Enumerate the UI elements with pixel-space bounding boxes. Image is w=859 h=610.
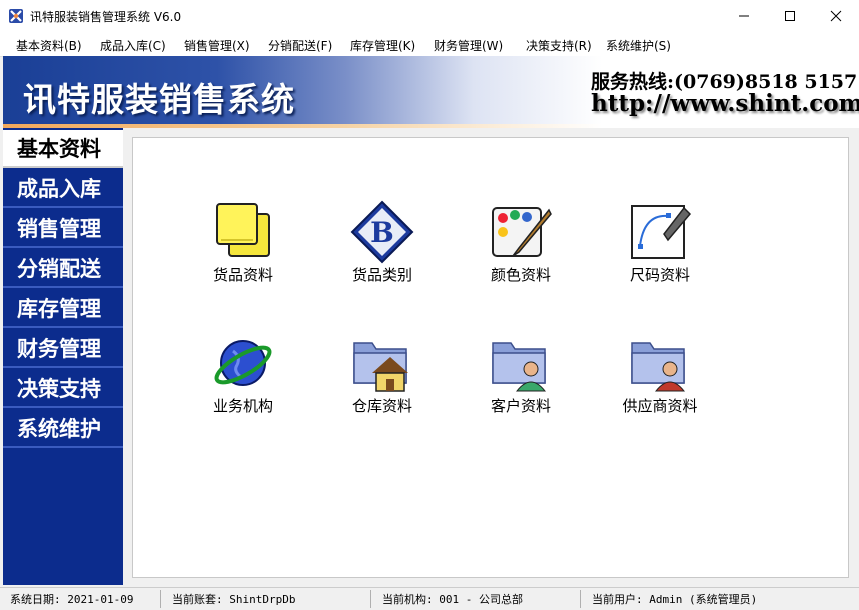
tile-size-data[interactable]: 尺码资料: [608, 200, 708, 300]
tile-goods-category[interactable]: B 货品类别: [330, 200, 430, 300]
sidebar: 基本资料 成品入库 销售管理 分销配送 库存管理 财务管理 决策支持 系统维护: [3, 128, 123, 585]
sidebar-item-distribution[interactable]: 分销配送: [3, 250, 123, 288]
tile-business-org[interactable]: 业务机构: [191, 331, 291, 431]
main-content-panel: 货品资料 B 货品类别 颜色资料 尺码资料 业务机构 仓库资料 客户资料 供应商…: [132, 137, 849, 578]
menu-sales[interactable]: 销售管理(X): [184, 37, 250, 54]
close-icon: [830, 10, 842, 21]
tile-label: 供应商资料: [622, 397, 698, 415]
tile-label: 颜色资料: [490, 266, 551, 284]
status-user: 当前用户: Admin (系统管理员): [592, 593, 758, 606]
menu-decision[interactable]: 决策支持(R): [526, 37, 592, 54]
category-b-icon: B: [350, 200, 414, 264]
sidebar-item-inventory[interactable]: 库存管理: [3, 290, 123, 328]
tile-label: 业务机构: [212, 397, 273, 415]
banner-divider: [3, 124, 859, 128]
status-separator: [160, 590, 161, 608]
sidebar-item-maintenance[interactable]: 系统维护: [3, 410, 123, 448]
menu-goods-inbound[interactable]: 成品入库(C): [100, 37, 166, 54]
warehouse-folder-icon: [353, 342, 408, 392]
menu-inventory[interactable]: 库存管理(K): [350, 37, 415, 54]
tile-color-data[interactable]: 颜色资料: [469, 200, 569, 300]
sidebar-item-basic-data[interactable]: 基本资料: [3, 130, 123, 168]
status-account: 当前账套: ShintDrpDb: [172, 593, 296, 606]
menu-bar: 基本资料(B) 成品入库(C) 销售管理(X) 分销配送(F) 库存管理(K) …: [0, 31, 859, 57]
website-url: http://www.shint.com: [591, 90, 859, 117]
header-banner: 讯特服装销售系统 服务热线:(0769)8518 5157 http://www…: [3, 56, 859, 128]
status-organization: 当前机构: 001 - 公司总部: [382, 593, 523, 606]
tile-customer[interactable]: 客户资料: [469, 331, 569, 431]
minimize-button[interactable]: [721, 0, 767, 31]
tile-goods-data[interactable]: 货品资料: [191, 200, 291, 300]
tile-label: 货品资料: [212, 266, 273, 284]
supplier-folder-icon: [631, 342, 686, 392]
globe-icon: [214, 340, 272, 386]
close-button[interactable]: [813, 0, 859, 31]
tile-label: 货品类别: [351, 266, 412, 284]
customer-folder-icon: [492, 342, 547, 392]
menu-distribution[interactable]: 分销配送(F): [268, 37, 332, 54]
maximize-icon: [785, 10, 795, 21]
color-palette-icon: [492, 207, 552, 257]
sidebar-item-decision[interactable]: 决策支持: [3, 370, 123, 408]
banner-title: 讯特服装销售系统: [23, 80, 295, 119]
sidebar-item-goods-inbound[interactable]: 成品入库: [3, 170, 123, 208]
status-separator: [580, 590, 581, 608]
status-bar: 系统日期: 2021-01-09 当前账套: ShintDrpDb 当前机构: …: [0, 587, 859, 610]
menu-maintenance[interactable]: 系统维护(S): [606, 37, 671, 54]
maximize-button[interactable]: [767, 0, 813, 31]
tile-label: 客户资料: [490, 397, 551, 415]
status-separator: [370, 590, 371, 608]
tile-label: 仓库资料: [351, 397, 412, 415]
svg-text:B: B: [370, 216, 394, 249]
minimize-icon: [739, 15, 749, 16]
window-title: 讯特服装销售管理系统 V6.0: [30, 10, 182, 24]
sidebar-item-sales[interactable]: 销售管理: [3, 210, 123, 248]
menu-finance[interactable]: 财务管理(W): [434, 37, 503, 54]
tile-supplier[interactable]: 供应商资料: [608, 331, 708, 431]
tile-label: 尺码资料: [629, 266, 690, 284]
tile-warehouse[interactable]: 仓库资料: [330, 331, 430, 431]
sidebar-item-finance[interactable]: 财务管理: [3, 330, 123, 368]
menu-basic-data[interactable]: 基本资料(B): [16, 37, 82, 54]
app-logo-icon: [9, 9, 23, 23]
sticky-notes-icon: [216, 203, 270, 257]
title-bar: 讯特服装销售管理系统 V6.0: [0, 0, 859, 31]
status-system-date: 系统日期: 2021-01-09: [10, 593, 134, 606]
pen-tool-icon: [631, 205, 692, 259]
